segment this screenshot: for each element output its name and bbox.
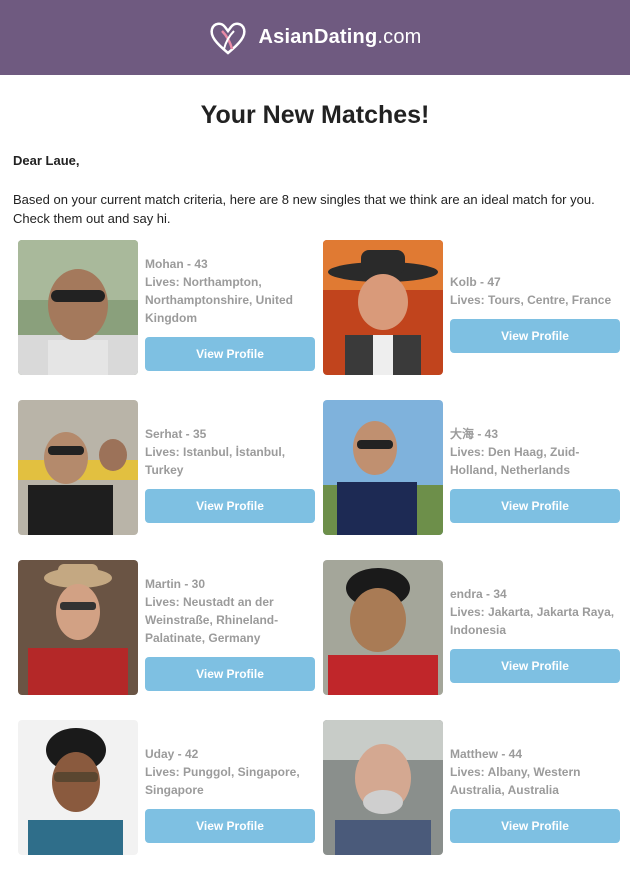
match-card: 大海 - 43 Lives: Den Haag, Zuid-Holland, N… (323, 400, 621, 535)
match-card: Serhat - 35 Lives: Istanbul, İstanbul, T… (18, 400, 316, 535)
profile-photo[interactable] (18, 720, 138, 855)
greeting-text: Dear Laue, (13, 153, 80, 168)
match-name: 大海 - 43 (450, 427, 499, 441)
match-card: Uday - 42 Lives: Punggol, Singapore, Sin… (18, 720, 316, 855)
profile-photo[interactable] (323, 560, 443, 695)
match-location: Lives: Northampton, Northamptonshire, Un… (145, 275, 294, 325)
view-profile-button[interactable]: View Profile (450, 809, 620, 843)
match-location: Lives: Jakarta, Jakarta Raya, Indonesia (450, 605, 615, 637)
brand-tld: .com (377, 26, 422, 48)
heart-logo-icon (210, 22, 247, 55)
match-card: Kolb - 47 Lives: Tours, Centre, France V… (323, 240, 621, 375)
page-title: Your New Matches! (200, 101, 430, 129)
match-location: Lives: Istanbul, İstanbul, Turkey (145, 445, 286, 477)
view-profile-button[interactable]: View Profile (145, 657, 315, 691)
match-card: Matthew - 44 Lives: Albany, Western Aust… (323, 720, 621, 855)
profile-photo[interactable] (323, 720, 443, 855)
match-card: endra - 34 Lives: Jakarta, Jakarta Raya,… (323, 560, 621, 695)
profile-photo[interactable] (18, 560, 138, 695)
intro-text: Based on your current match criteria, he… (13, 192, 595, 226)
match-location: Lives: Albany, Western Australia, Austra… (450, 765, 581, 797)
view-profile-button[interactable]: View Profile (145, 489, 315, 523)
match-name: Martin - 30 (145, 577, 206, 591)
match-card: Mohan - 43 Lives: Northampton, Northampt… (18, 240, 316, 375)
header-bar: AsianDating.com (0, 0, 630, 75)
match-location: Lives: Punggol, Singapore, Singapore (145, 765, 300, 797)
brand-logo[interactable]: AsianDating.com (208, 19, 421, 57)
profile-photo[interactable] (323, 240, 443, 375)
match-name: Uday - 42 (145, 747, 199, 761)
profile-photo[interactable] (18, 240, 138, 375)
match-location: Lives: Neustadt an der Weinstraße, Rhine… (145, 595, 279, 645)
match-name: Mohan - 43 (145, 257, 208, 271)
view-profile-button[interactable]: View Profile (145, 809, 315, 843)
view-profile-button[interactable]: View Profile (450, 489, 620, 523)
match-name: endra - 34 (450, 587, 507, 601)
brand-main: AsianDating (258, 26, 378, 48)
view-profile-button[interactable]: View Profile (450, 649, 620, 683)
brand-name: AsianDating.com (258, 26, 421, 49)
profile-photo[interactable] (323, 400, 443, 535)
match-card: Martin - 30 Lives: Neustadt an der Weins… (18, 560, 316, 695)
match-name: Serhat - 35 (145, 427, 207, 441)
match-location: Lives: Tours, Centre, France (450, 293, 612, 307)
view-profile-button[interactable]: View Profile (450, 319, 620, 353)
match-name: Kolb - 47 (450, 275, 501, 289)
profile-photo[interactable] (18, 400, 138, 535)
view-profile-button[interactable]: View Profile (145, 337, 315, 371)
match-location: Lives: Den Haag, Zuid-Holland, Netherlan… (450, 445, 580, 477)
match-name: Matthew - 44 (450, 747, 523, 761)
